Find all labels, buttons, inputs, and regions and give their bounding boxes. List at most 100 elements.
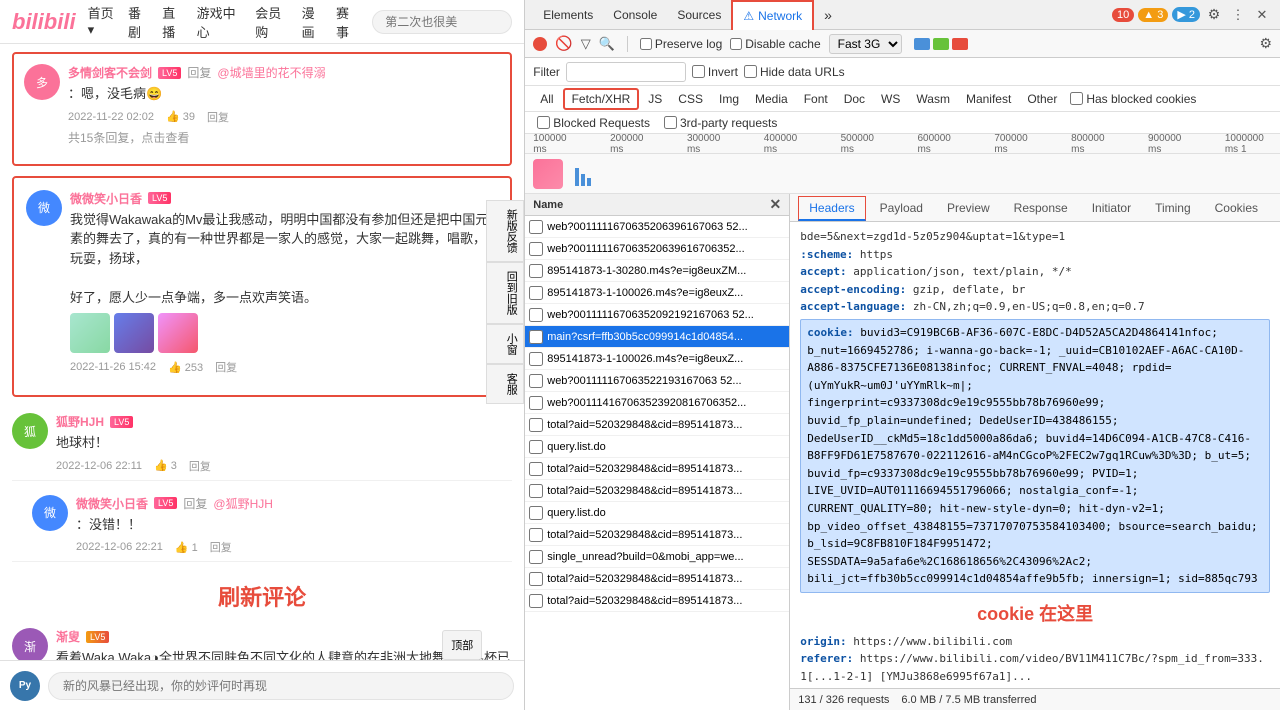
request-row-7[interactable]: 895141873-1-100026.m4s?e=ig8euxZ... [525,348,789,370]
request-checkbox-12[interactable] [529,462,543,476]
tab-preview[interactable]: Preview [937,197,1000,221]
reply-btn-4[interactable]: 回复 [210,539,232,555]
nav-game[interactable]: 游戏中心 [197,3,246,41]
request-row-8[interactable]: web?001111167063522193167063 52... [525,370,789,392]
network-settings-icon[interactable]: ⚙ [1259,35,1272,52]
reply-btn-1[interactable]: 回复 [207,109,229,125]
blocked-requests-checkbox[interactable] [537,116,550,129]
type-tab-font[interactable]: Font [797,90,835,108]
side-btn-small[interactable]: 小窗 [486,324,524,364]
request-row-3[interactable]: 895141873-1-30280.m4s?e=ig8euxZM... [525,260,789,282]
request-row-5[interactable]: web?00111116706352092192167063 52... [525,304,789,326]
nav-live[interactable]: 直播 [162,3,186,41]
username-4[interactable]: 微微笑小日香 [76,495,148,512]
tab-more[interactable]: » [814,0,842,30]
username-3[interactable]: 狐野HJH [56,413,104,430]
request-row-4[interactable]: 895141873-1-100026.m4s?e=ig8euxZ... [525,282,789,304]
tab-sources[interactable]: Sources [667,0,731,30]
invert-checkbox[interactable] [692,65,705,78]
request-checkbox-14[interactable] [529,506,543,520]
hide-data-urls-checkbox[interactable] [744,65,757,78]
request-row-17[interactable]: total?aid=520329848&cid=895141873... [525,568,789,590]
request-checkbox-15[interactable] [529,528,543,542]
reply-btn-2[interactable]: 回复 [215,359,237,375]
third-party-label[interactable]: 3rd-party requests [664,116,777,130]
request-row-13[interactable]: total?aid=520329848&cid=895141873... [525,480,789,502]
preserve-log-checkbox[interactable] [640,38,652,50]
settings-icon[interactable]: ⚙ [1204,5,1224,25]
search-input[interactable] [372,10,512,34]
request-row-6[interactable]: main?csrf=ffb30b5cc099914c1d04854... [525,326,789,348]
throttle-select[interactable]: Fast 3G [829,34,902,54]
request-checkbox-4[interactable] [529,286,543,300]
request-checkbox-2[interactable] [529,242,543,256]
tab-response[interactable]: Response [1004,197,1078,221]
tab-headers[interactable]: Headers [798,196,865,221]
top-button[interactable]: 顶部 [442,630,482,660]
username-1[interactable]: 多情剑客不会剑 [68,64,152,81]
comment-input[interactable] [48,672,514,700]
reply-btn-3[interactable]: 回复 [189,458,211,474]
side-btn-back[interactable]: 回到旧版 [486,262,524,324]
tab-timing[interactable]: Timing [1145,197,1201,221]
disable-cache-label[interactable]: Disable cache [730,37,820,51]
request-checkbox-16[interactable] [529,550,543,564]
request-checkbox-10[interactable] [529,418,543,432]
request-row-10[interactable]: total?aid=520329848&cid=895141873... [525,414,789,436]
type-tab-img[interactable]: Img [712,90,746,108]
view-more-1[interactable]: 共15条回复，点击查看 [68,129,500,146]
request-checkbox-9[interactable] [529,396,543,410]
request-row-16[interactable]: single_unread?build=0&mobi_app=we... [525,546,789,568]
tab-network[interactable]: ⚠ Network [731,0,814,30]
request-checkbox-1[interactable] [529,220,543,234]
invert-label[interactable]: Invert [692,65,738,79]
request-row-2[interactable]: web?001111167063520639616706352... [525,238,789,260]
request-checkbox-7[interactable] [529,352,543,366]
search-icon[interactable]: 🔍 [599,36,615,52]
request-checkbox-11[interactable] [529,440,543,454]
nav-home[interactable]: 首页▾ [88,3,118,41]
request-row-11[interactable]: query.list.do [525,436,789,458]
like-btn-4[interactable]: 👍 1 [175,541,198,554]
reply-username-4[interactable]: @狐野HJH [213,495,273,512]
type-tab-ws[interactable]: WS [874,90,907,108]
request-checkbox-17[interactable] [529,572,543,586]
like-btn-3[interactable]: 👍 3 [154,459,177,472]
has-blocked-cookies-checkbox[interactable] [1070,92,1083,105]
type-tab-doc[interactable]: Doc [837,90,872,108]
type-tab-js[interactable]: JS [641,90,669,108]
close-devtools-icon[interactable]: ✕ [1252,5,1272,25]
side-btn-new[interactable]: 新版反馈 [486,200,524,262]
request-checkbox-18[interactable] [529,594,543,608]
nav-manga[interactable]: 漫画 [302,3,326,41]
reply-username-1[interactable]: @城墙里的花不得溺 [217,64,325,81]
like-btn-1[interactable]: 👍 39 [166,110,195,123]
request-row-1[interactable]: web?0011111670635206396167063 52... [525,216,789,238]
vertical-dots-icon[interactable]: ⋮ [1228,5,1248,25]
type-tab-manifest[interactable]: Manifest [959,90,1018,108]
preserve-log-label[interactable]: Preserve log [640,37,722,51]
hide-data-urls-label[interactable]: Hide data URLs [744,65,845,79]
request-checkbox-8[interactable] [529,374,543,388]
request-row-9[interactable]: web?001114167063523920816706352... [525,392,789,414]
clear-button[interactable]: 🚫 [555,35,572,52]
nav-sports[interactable]: 赛事 [336,3,360,41]
requests-body[interactable]: web?0011111670635206396167063 52... web?… [525,216,789,710]
type-tab-media[interactable]: Media [748,90,795,108]
filter-input[interactable] [566,62,686,82]
tab-initiator[interactable]: Initiator [1082,197,1141,221]
tab-elements[interactable]: Elements [533,0,603,30]
tab-console[interactable]: Console [603,0,667,30]
tab-cookies[interactable]: Cookies [1205,197,1268,221]
nav-bangumi[interactable]: 番剧 [128,3,152,41]
side-btn-customer[interactable]: 客服 [486,364,524,404]
filter-icon[interactable]: ▽ [581,36,591,52]
request-row-18[interactable]: total?aid=520329848&cid=895141873... [525,590,789,612]
close-panel-icon[interactable]: ✕ [770,196,782,213]
username-5[interactable]: 渐叟 [56,628,80,645]
has-blocked-cookies-label[interactable]: Has blocked cookies [1070,92,1196,106]
request-row-15[interactable]: total?aid=520329848&cid=895141873... [525,524,789,546]
type-tab-all[interactable]: All [533,90,560,108]
request-checkbox-13[interactable] [529,484,543,498]
type-tab-other[interactable]: Other [1020,90,1064,108]
